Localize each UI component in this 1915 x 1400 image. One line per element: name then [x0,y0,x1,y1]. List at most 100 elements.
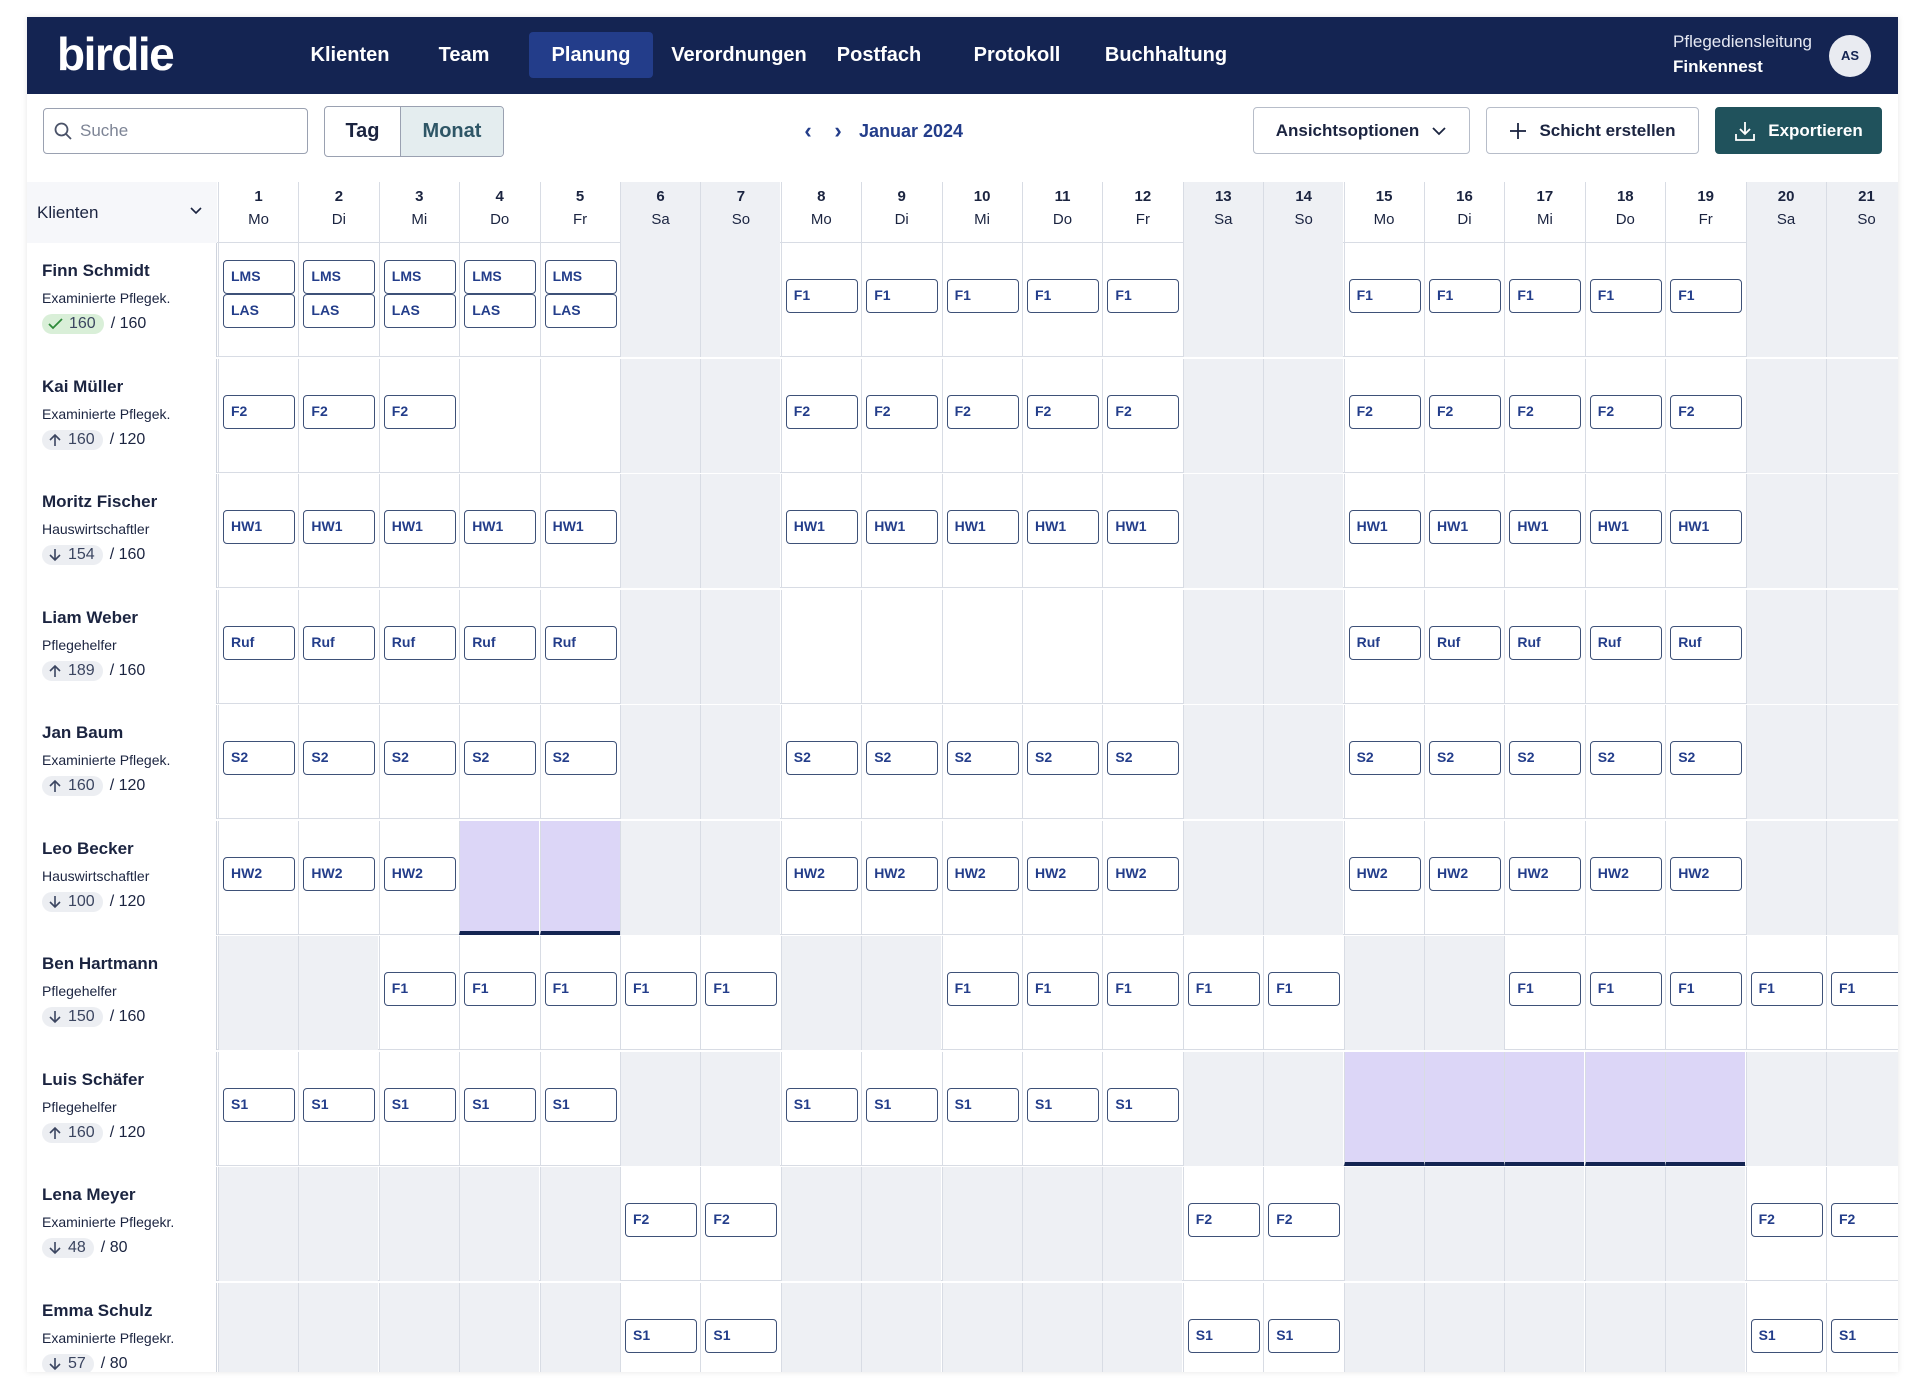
schedule-cell[interactable] [1263,358,1344,473]
schedule-cell[interactable] [459,358,539,473]
schedule-cell[interactable] [539,1167,620,1281]
schedule-cell[interactable]: F1 [378,936,459,1050]
schedule-cell[interactable] [1022,1167,1102,1281]
shift-chip[interactable]: HW1 [866,510,939,544]
schedule-cell[interactable]: HW1 [1424,474,1504,588]
schedule-cell[interactable] [298,1282,379,1372]
schedule-cell[interactable]: F1 [1102,243,1182,357]
schedule-cell[interactable] [1102,589,1182,704]
shift-chip[interactable]: S1 [1027,1087,1099,1122]
shift-chip[interactable]: S1 [1107,1087,1180,1122]
nav-postfach[interactable]: Postfach [818,32,940,78]
schedule-cell[interactable] [700,358,781,473]
schedule-cell[interactable]: S2 [1343,705,1424,819]
schedule-cell[interactable] [1022,589,1102,704]
schedule-cell[interactable]: F2 [1826,1167,1898,1281]
shift-chip[interactable]: F2 [1187,1203,1260,1237]
shift-chip[interactable]: Ruf [223,625,295,660]
schedule-cell[interactable] [1745,705,1826,819]
schedule-cell[interactable] [218,1167,298,1281]
schedule-cell[interactable] [298,936,379,1050]
shift-chip[interactable]: F1 [625,972,697,1006]
schedule-cell[interactable] [1102,1167,1183,1281]
shift-chip[interactable]: S1 [785,1087,858,1122]
shift-chip[interactable]: S2 [785,741,858,775]
shift-chip[interactable]: S1 [544,1087,617,1122]
employee-info[interactable]: Lena Meyer Examinierte Pflegekr. 48 / 80 [27,1167,217,1281]
shift-chip[interactable]: F1 [383,972,456,1006]
employee-info[interactable]: Luis Schäfer Pflegehelfer 160 / 120 [27,1051,217,1166]
schedule-cell[interactable] [1343,936,1424,1050]
schedule-cell[interactable]: Ruf [539,589,620,704]
search-box[interactable] [43,108,308,154]
schedule-cell[interactable]: S1 [1102,1051,1182,1166]
schedule-cell[interactable] [218,1282,298,1372]
schedule-cell[interactable]: F2 [218,358,298,473]
schedule-cell[interactable] [378,1282,459,1372]
schedule-cell[interactable] [620,589,700,704]
shift-chip[interactable]: LMS [383,260,456,294]
schedule-cell[interactable]: F1 [539,936,620,1050]
shift-chip[interactable]: HW1 [1027,510,1099,544]
schedule-cell[interactable]: S1 [700,1282,780,1372]
shift-chip[interactable]: HW2 [1107,856,1180,891]
chevron-right-icon[interactable]: › [823,118,853,144]
schedule-cell[interactable] [1343,1167,1424,1281]
schedule-cell[interactable] [1745,358,1826,473]
shift-chip[interactable]: F2 [1831,1203,1898,1237]
shift-chip[interactable]: Ruf [1670,625,1743,660]
shift-chip[interactable]: S2 [1589,741,1662,775]
schedule-cell[interactable]: F2 [700,1167,780,1281]
schedule-cell[interactable] [1424,1051,1504,1166]
schedule-cell[interactable] [459,820,540,935]
schedule-cell[interactable]: F2 [861,358,941,473]
schedule-cell[interactable] [1182,589,1263,704]
shift-chip[interactable]: HW1 [544,510,617,544]
shift-chip[interactable]: S2 [464,741,537,775]
shift-chip[interactable]: HW2 [1670,856,1743,891]
shift-chip[interactable]: S1 [705,1318,778,1353]
schedule-cell[interactable] [1826,705,1898,819]
shift-chip[interactable]: HW2 [383,856,456,891]
shift-chip[interactable]: HW2 [1429,856,1501,891]
schedule-cell[interactable]: F1 [941,243,1022,357]
shift-chip[interactable]: F1 [464,972,537,1006]
create-shift-button[interactable]: Schicht erstellen [1486,107,1699,154]
schedule-cell[interactable] [1182,243,1263,357]
schedule-cell[interactable]: F1 [1424,243,1504,357]
schedule-cell[interactable]: F1 [1745,936,1826,1050]
shift-chip[interactable]: F1 [946,972,1019,1006]
schedule-cell[interactable] [1263,589,1344,704]
client-filter-dropdown[interactable]: Klienten [27,182,217,243]
schedule-cell[interactable] [1343,1282,1424,1372]
shift-chip[interactable]: S2 [946,741,1019,775]
schedule-cell[interactable]: S2 [539,705,620,819]
shift-chip[interactable]: HW1 [946,510,1019,544]
nav-team[interactable]: Team [419,32,509,78]
shift-chip[interactable]: S1 [464,1087,537,1122]
schedule-cell[interactable]: HW1 [378,474,459,588]
schedule-cell[interactable]: F1 [1343,243,1424,357]
schedule-cell[interactable]: F2 [1263,1167,1343,1281]
employee-info[interactable]: Emma Schulz Examinierte Pflegekr. 57 / 80 [27,1282,217,1372]
schedule-cell[interactable]: S1 [941,1051,1022,1166]
schedule-cell[interactable]: HW2 [1584,820,1665,935]
schedule-cell[interactable] [459,1167,540,1281]
schedule-cell[interactable] [861,936,942,1050]
schedule-cell[interactable] [861,1282,942,1372]
schedule-cell[interactable]: S2 [1424,705,1504,819]
shift-chip[interactable]: F2 [946,394,1019,429]
schedule-cell[interactable] [539,358,620,473]
shift-chip[interactable]: F2 [1348,394,1421,429]
schedule-cell[interactable] [1504,1282,1585,1372]
schedule-cell[interactable] [298,1167,379,1281]
schedule-cell[interactable]: S2 [861,705,941,819]
shift-chip[interactable]: S1 [1750,1318,1823,1353]
nav-verordnungen[interactable]: Verordnungen [660,32,818,78]
shift-chip[interactable]: F1 [785,279,858,313]
shift-chip[interactable]: F1 [1670,972,1743,1006]
view-options-button[interactable]: Ansichtsoptionen [1253,107,1470,154]
schedule-cell[interactable]: HW1 [539,474,620,588]
schedule-cell[interactable]: S2 [218,705,298,819]
shift-chip[interactable]: F1 [1268,972,1341,1006]
